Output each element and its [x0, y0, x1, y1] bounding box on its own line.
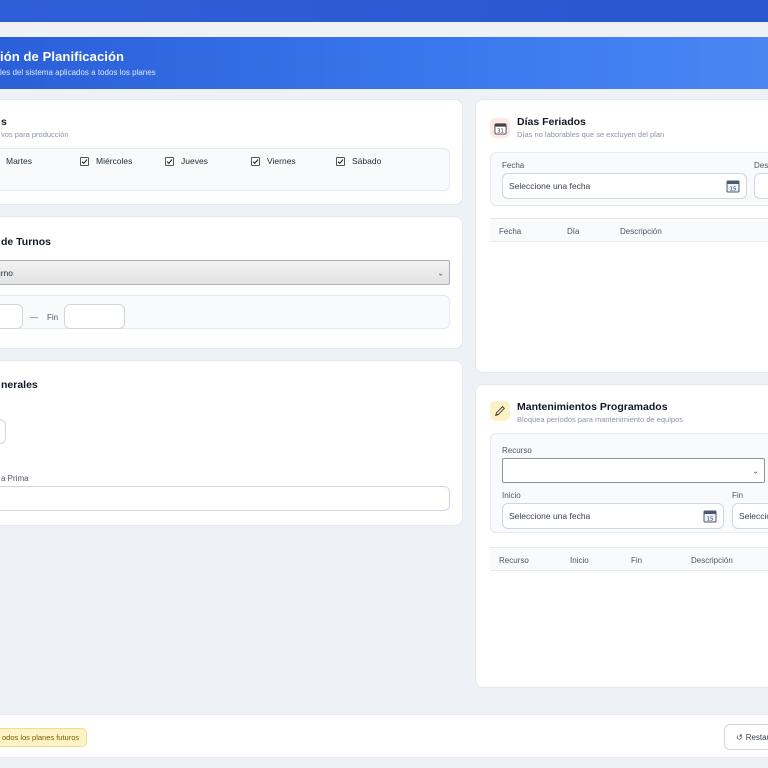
svg-text:31: 31: [497, 128, 503, 134]
holiday-description-input[interactable]: [754, 173, 768, 199]
svg-text:15: 15: [707, 517, 714, 523]
holidays-card: 31 Días Feriados Días no laborables que …: [475, 99, 768, 373]
maintenance-subtitle: Bloquea períodos para mantenimiento de e…: [517, 415, 683, 424]
holidays-title: Días Feriados: [517, 116, 586, 128]
maintenance-title: Mantenimientos Programados: [517, 401, 668, 413]
shift-time-box: — Fin: [0, 295, 450, 329]
general-small-input[interactable]: [0, 419, 6, 444]
working-days-card: s vos para producción Martes Miércoles J…: [0, 99, 463, 205]
time-separator: —: [30, 313, 38, 322]
maintenance-table-header: Recurso Inicio Fin Descripción: [490, 547, 768, 571]
day-martes[interactable]: Martes: [0, 156, 32, 166]
shift-select-value: urno: [0, 267, 14, 278]
page-header: ión de Planificación les del sistema apl…: [0, 37, 768, 89]
day-jueves[interactable]: Jueves: [165, 156, 208, 166]
working-days-box: Martes Miércoles Jueves Viernes Sábado: [0, 148, 450, 191]
shifts-title: de Turnos: [1, 236, 51, 248]
holiday-col-fecha: Fecha: [499, 227, 522, 236]
shift-end-input[interactable]: [64, 304, 125, 329]
footer-bar: odos los planes futuros ↺ Restaur: [0, 714, 768, 758]
maintenance-end-placeholder: Seleccio: [739, 511, 768, 521]
maintenance-start-label: Inicio: [502, 491, 521, 500]
holiday-date-input[interactable]: Seleccione una fecha 15: [502, 173, 747, 199]
shifts-card: de Turnos urno ⌄ — Fin: [0, 216, 463, 349]
checkbox-checked-icon[interactable]: [251, 156, 260, 166]
page-title: ión de Planificación: [0, 49, 125, 64]
top-spacer: [0, 22, 768, 37]
working-days-subtitle: vos para producción: [1, 130, 69, 139]
working-days-title: s: [1, 116, 7, 128]
checkbox-checked-icon[interactable]: [80, 156, 89, 166]
restore-button[interactable]: ↺ Restaur: [724, 724, 768, 750]
calendar-icon: 31: [490, 118, 510, 138]
holiday-col-dia: Día: [567, 227, 580, 236]
maintenance-start-placeholder: Seleccione una fecha: [509, 511, 591, 521]
maintenance-col-fin: Fin: [631, 556, 643, 565]
holiday-table-header: Fecha Día Descripción: [490, 218, 768, 242]
checkbox-checked-icon[interactable]: [165, 156, 174, 166]
day-viernes[interactable]: Viernes: [251, 156, 296, 166]
holiday-date-placeholder: Seleccione una fecha: [509, 181, 591, 191]
restore-icon: ↺: [736, 732, 743, 742]
day-label: Miércoles: [96, 156, 133, 166]
day-label: Jueves: [181, 156, 208, 166]
day-label: Viernes: [267, 156, 296, 166]
holiday-description-label: Desc: [754, 161, 768, 170]
calendar-picker-icon[interactable]: 15: [726, 179, 740, 193]
holiday-date-label: Fecha: [502, 161, 525, 170]
general-title: nerales: [1, 379, 38, 391]
holidays-subtitle: Días no laborables que se excluyen del p…: [517, 130, 665, 139]
day-label: Sábado: [352, 156, 382, 166]
day-sabado[interactable]: Sábado: [336, 156, 381, 166]
day-miercoles[interactable]: Miércoles: [80, 156, 132, 166]
pencil-icon: [490, 401, 510, 421]
holiday-col-descripcion: Descripción: [620, 227, 662, 236]
maintenance-end-label: Fin: [732, 491, 744, 500]
maintenance-col-inicio: Inicio: [570, 556, 589, 565]
checkbox-checked-icon[interactable]: [336, 156, 345, 166]
maintenance-resource-label: Recurso: [502, 446, 532, 455]
general-field-input[interactable]: [0, 486, 450, 511]
maintenance-start-input[interactable]: Seleccione una fecha 15: [502, 503, 724, 529]
page-subtitle: les del sistema aplicados a todos los pl…: [0, 68, 156, 77]
restore-button-label: Restaur: [745, 732, 768, 742]
chevron-down-icon: ⌄: [437, 268, 444, 277]
maintenance-col-descripcion: Descripción: [691, 556, 733, 565]
maintenance-form-box: Recurso ⌄ Inicio Fin Seleccione una fech…: [490, 433, 768, 533]
shift-end-label: Fin: [47, 313, 59, 322]
maintenance-card: Mantenimientos Programados Bloquea perío…: [475, 384, 768, 688]
top-app-bar: [0, 0, 768, 22]
maintenance-end-input[interactable]: Seleccio: [732, 503, 768, 529]
calendar-picker-icon[interactable]: 15: [703, 509, 717, 523]
chevron-down-icon: ⌄: [752, 466, 759, 475]
general-field-label: a Prima: [1, 474, 29, 483]
shift-start-input[interactable]: [0, 304, 23, 329]
general-card: nerales a Prima: [0, 360, 463, 526]
maintenance-col-recurso: Recurso: [499, 556, 529, 565]
shift-select[interactable]: urno ⌄: [0, 260, 450, 285]
holiday-form-box: Fecha Desc Seleccione una fecha 15: [490, 152, 768, 206]
day-label: Martes: [6, 156, 32, 166]
svg-text:15: 15: [730, 187, 737, 193]
maintenance-resource-select[interactable]: ⌄: [502, 458, 765, 483]
warning-badge: odos los planes futuros: [0, 728, 87, 747]
